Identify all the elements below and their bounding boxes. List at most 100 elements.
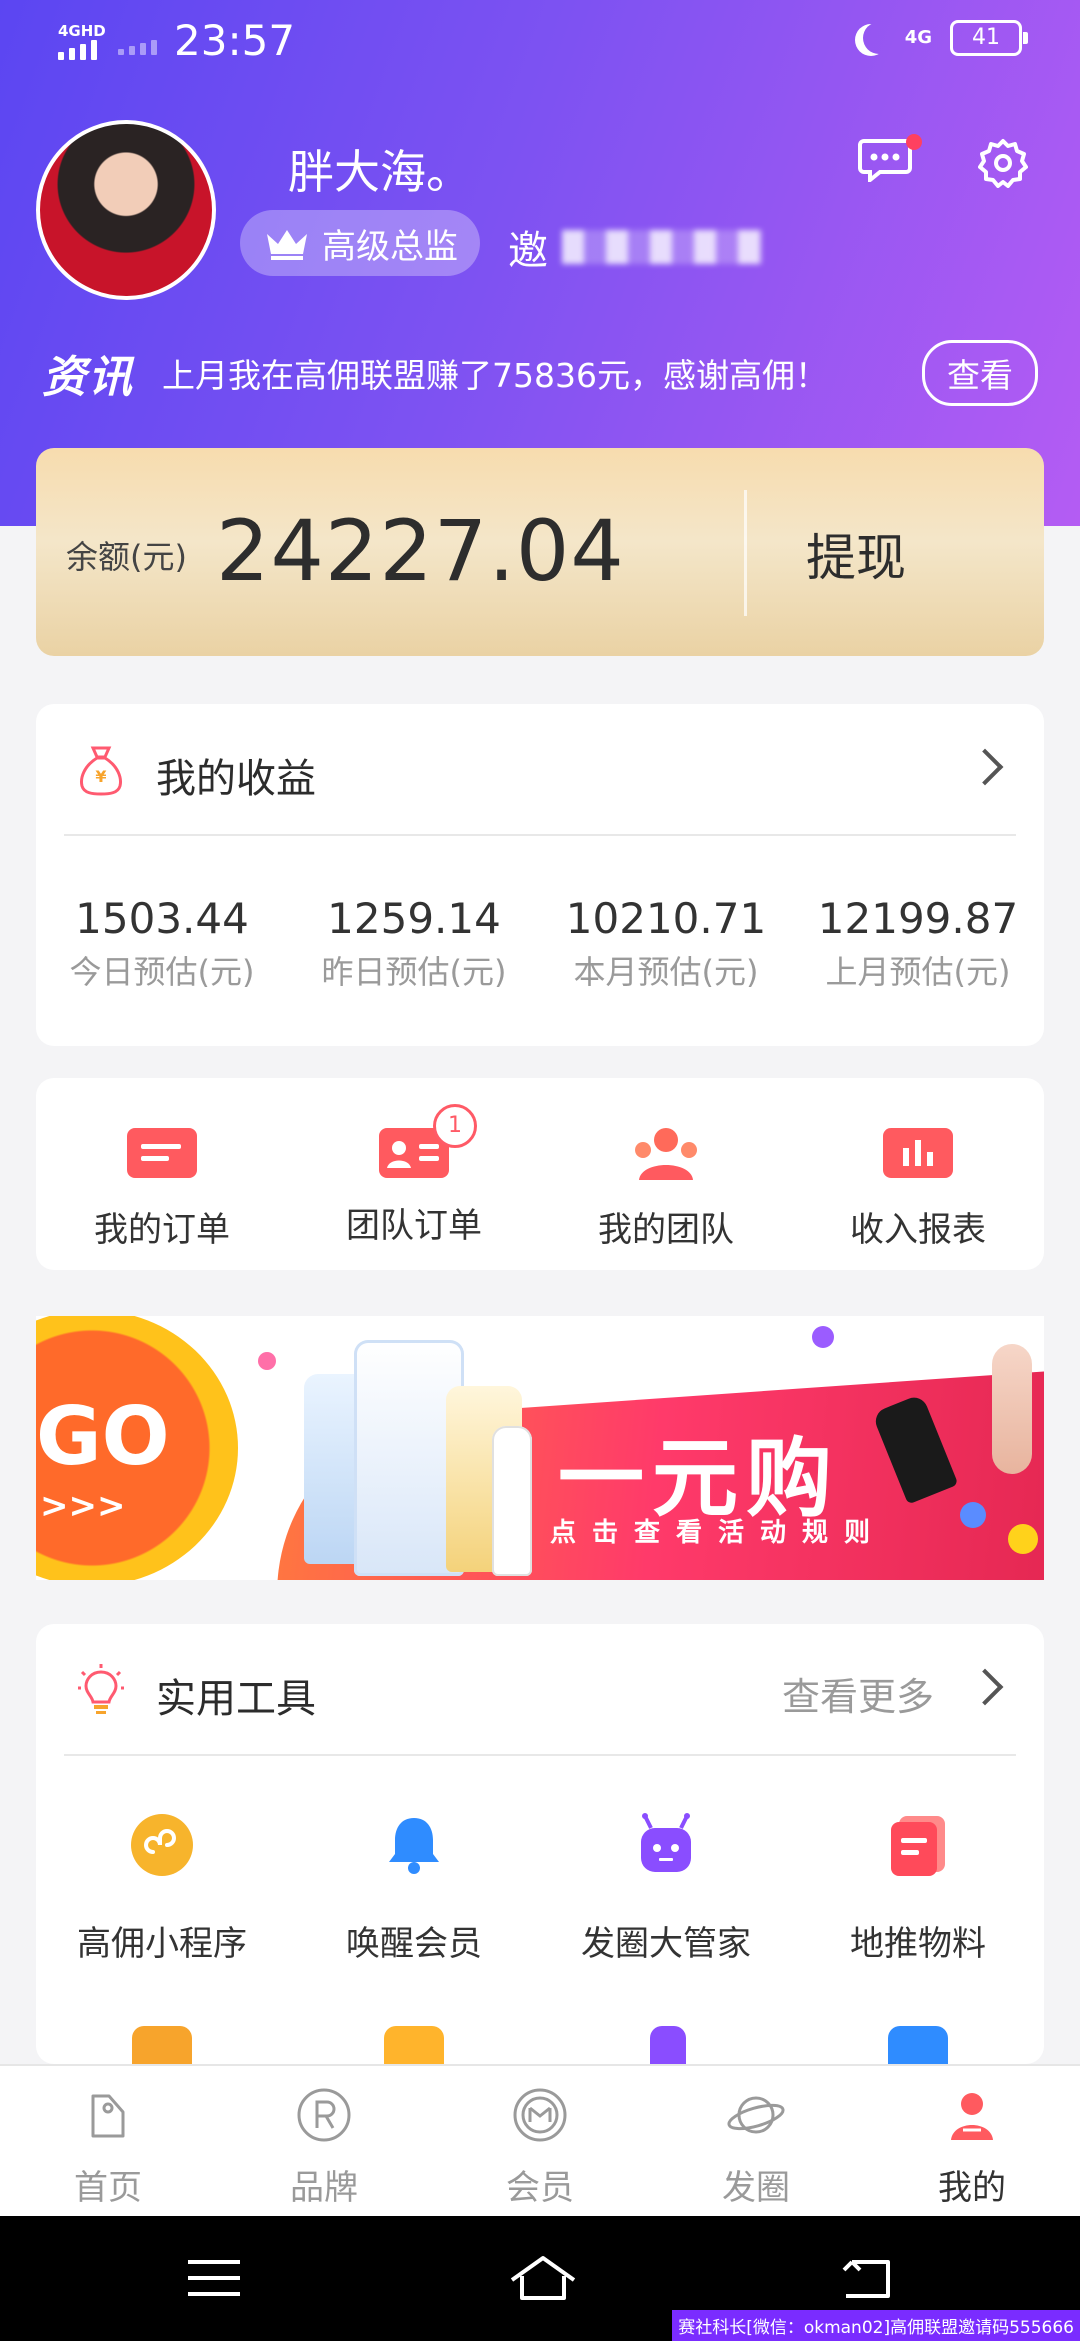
tool-label: 高佣小程序 bbox=[77, 1924, 247, 1964]
order-icon bbox=[127, 1128, 197, 1178]
bottom-tab-bar: 首页 品牌 会员 发圈 我的 bbox=[0, 2064, 1080, 2218]
robot-icon bbox=[641, 1813, 691, 1872]
tab-label: 品牌 bbox=[290, 2168, 358, 2208]
shortcut-label: 团队订单 bbox=[346, 1206, 482, 1246]
stat-label: 昨日预估(元) bbox=[321, 953, 507, 991]
news-text[interactable]: 上月我在高佣联盟赚了75836元，感谢高佣！ bbox=[162, 349, 922, 397]
banner-subtitle: 点击查看活动规则 bbox=[550, 1518, 887, 1548]
stat-value: 1259.14 bbox=[327, 894, 501, 943]
message-unread-dot bbox=[906, 134, 922, 150]
tab-label: 会员 bbox=[506, 2168, 574, 2208]
tab-brand[interactable]: 品牌 bbox=[216, 2066, 432, 2218]
tab-member[interactable]: 会员 bbox=[432, 2066, 648, 2218]
message-icon[interactable] bbox=[858, 138, 912, 182]
member-icon bbox=[513, 2088, 567, 2142]
earning-last-month[interactable]: 12199.87 上月预估(元) bbox=[792, 894, 1044, 993]
product-bottle bbox=[992, 1344, 1032, 1474]
earning-this-month[interactable]: 10210.71 本月预估(元) bbox=[540, 894, 792, 993]
invite-code[interactable]: 邀 bbox=[508, 218, 762, 276]
tab-label: 首页 bbox=[74, 2168, 142, 2208]
notification-badge: 1 bbox=[433, 1104, 477, 1148]
tool-promo-materials[interactable]: 地推物料 bbox=[792, 1812, 1044, 1965]
shortcut-income-report[interactable]: 收入报表 bbox=[792, 1124, 1044, 1251]
signal-icon-secondary bbox=[118, 40, 157, 55]
moon-icon bbox=[863, 22, 895, 54]
balance-value: 24227.04 bbox=[216, 502, 625, 600]
earnings-card: ¥ 我的收益 1503.44 今日预估(元) 1259.14 昨日预估(元) 1… bbox=[36, 704, 1044, 1046]
divider bbox=[64, 1754, 1016, 1756]
withdraw-button[interactable]: 提现 bbox=[806, 518, 906, 590]
status-right: 4G 41 bbox=[855, 20, 1028, 56]
mini-program-icon bbox=[131, 1814, 193, 1876]
balance-label: 余额(元) bbox=[66, 538, 187, 576]
invite-prefix: 邀 bbox=[508, 228, 548, 274]
tag-icon bbox=[91, 2094, 125, 2138]
clock: 23:57 bbox=[174, 16, 296, 65]
planet-icon bbox=[727, 2096, 785, 2134]
stat-value: 1503.44 bbox=[75, 894, 249, 943]
shortcut-label: 我的团队 bbox=[598, 1210, 734, 1250]
tool-icon-partial bbox=[888, 2026, 948, 2064]
battery-icon: 41 bbox=[950, 20, 1028, 56]
tab-home[interactable]: 首页 bbox=[0, 2066, 216, 2218]
stat-value: 10210.71 bbox=[565, 894, 767, 943]
shortcut-my-team[interactable]: 我的团队 bbox=[540, 1124, 792, 1251]
back-icon[interactable] bbox=[838, 2254, 898, 2302]
gear-icon[interactable] bbox=[978, 138, 1028, 188]
earnings-title: 我的收益 bbox=[156, 756, 316, 802]
chevron-right-icon[interactable] bbox=[966, 1668, 1004, 1706]
tool-icon-partial bbox=[384, 2026, 444, 2064]
chevron-right-icon bbox=[966, 748, 1004, 786]
tools-card: 实用工具 查看更多 高佣小程序 唤醒会员 发圈大管家 地推物料 bbox=[36, 1624, 1044, 2064]
promo-banner[interactable]: GO >>> 一元购 点击查看活动规则 bbox=[36, 1316, 1044, 1580]
go-text: GO bbox=[36, 1390, 170, 1483]
tool-mini-program[interactable]: 高佣小程序 bbox=[36, 1812, 288, 1965]
level-label: 高级总监 bbox=[322, 226, 458, 267]
shortcuts-card: 我的订单 1 团队订单 我的团队 收入报表 bbox=[36, 1078, 1044, 1270]
confetti bbox=[960, 1502, 986, 1528]
tool-icon-partial bbox=[132, 2026, 192, 2064]
watermark: 赛社科长[微信：okman02]高佣联盟邀请码555666 bbox=[672, 2310, 1080, 2341]
earning-today[interactable]: 1503.44 今日预估(元) bbox=[36, 894, 288, 993]
confetti bbox=[812, 1326, 834, 1348]
stat-label: 今日预估(元) bbox=[69, 953, 255, 991]
confetti bbox=[1008, 1524, 1038, 1554]
battery-level: 41 bbox=[972, 25, 1000, 50]
confetti bbox=[258, 1352, 276, 1370]
divider bbox=[744, 490, 747, 616]
view-button[interactable]: 查看 bbox=[922, 340, 1038, 406]
tab-mine[interactable]: 我的 bbox=[864, 2066, 1080, 2218]
money-bag-icon: ¥ bbox=[80, 746, 122, 796]
invite-code-redacted bbox=[562, 230, 762, 264]
bell-icon bbox=[389, 1818, 439, 1874]
shortcut-my-orders[interactable]: 我的订单 bbox=[36, 1124, 288, 1251]
shortcut-label: 我的订单 bbox=[94, 1210, 230, 1250]
menu-icon[interactable] bbox=[184, 2254, 244, 2302]
network-right: 4G bbox=[904, 27, 932, 48]
tab-label: 发圈 bbox=[722, 2168, 790, 2208]
level-badge[interactable]: 高级总监 bbox=[240, 210, 480, 276]
view-more-link[interactable]: 查看更多 bbox=[782, 1666, 934, 1721]
team-order-icon-wrap: 1 bbox=[377, 1104, 477, 1182]
tool-label: 唤醒会员 bbox=[346, 1924, 482, 1964]
signal-icon bbox=[58, 40, 97, 60]
status-bar: 4GHD 23:57 4G 41 bbox=[0, 0, 1080, 86]
tab-moments[interactable]: 发圈 bbox=[648, 2066, 864, 2218]
home-icon[interactable] bbox=[508, 2254, 578, 2302]
stat-label: 上月预估(元) bbox=[825, 953, 1011, 991]
earning-yesterday[interactable]: 1259.14 昨日预估(元) bbox=[288, 894, 540, 993]
tool-icon-partial bbox=[650, 2026, 686, 2064]
tab-label: 我的 bbox=[938, 2168, 1006, 2208]
go-arrows: >>> bbox=[40, 1486, 126, 1526]
username: 胖大海。 bbox=[288, 145, 472, 199]
tool-post-manager[interactable]: 发圈大管家 bbox=[540, 1812, 792, 1965]
avatar[interactable] bbox=[36, 120, 216, 300]
earnings-header[interactable]: ¥ 我的收益 bbox=[36, 704, 1044, 834]
tool-wake-members[interactable]: 唤醒会员 bbox=[288, 1812, 540, 1965]
bulb-icon bbox=[78, 1664, 124, 1714]
crown-icon bbox=[267, 230, 307, 260]
report-icon bbox=[883, 1128, 953, 1178]
shortcut-team-orders[interactable]: 1 团队订单 bbox=[288, 1104, 540, 1247]
news-tag: 资讯 bbox=[42, 352, 134, 403]
team-icon bbox=[635, 1128, 697, 1180]
